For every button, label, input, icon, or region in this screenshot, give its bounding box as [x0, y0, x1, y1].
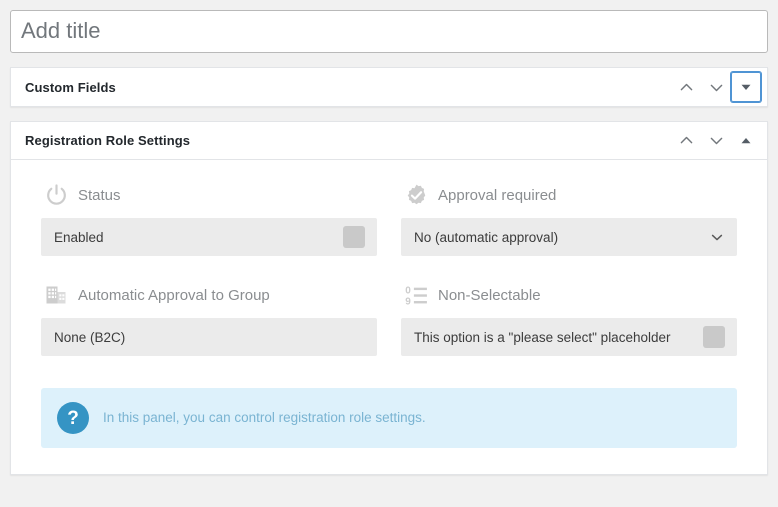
triangle-down-icon	[740, 81, 752, 93]
toggle-panel-button[interactable]	[731, 72, 761, 102]
status-checkbox[interactable]	[343, 226, 365, 248]
info-notice-text: In this panel, you can control registrat…	[103, 409, 426, 427]
approval-required-value: No (automatic approval)	[414, 230, 709, 245]
move-down-button[interactable]	[701, 126, 731, 156]
metabox-custom-fields-title: Custom Fields	[25, 80, 671, 95]
metabox-custom-fields: Custom Fields	[10, 67, 768, 107]
toggle-panel-button[interactable]	[731, 126, 761, 156]
move-up-button[interactable]	[671, 72, 701, 102]
metabox-registration-role-settings: Registration Role Settings	[10, 121, 768, 475]
post-title-input[interactable]	[10, 10, 768, 53]
building-icon	[43, 282, 69, 308]
approval-required-select[interactable]: No (automatic approval)	[401, 218, 737, 256]
question-mark-icon: ?	[57, 402, 89, 434]
chevron-up-icon	[678, 132, 695, 149]
field-status: Status Enabled	[29, 182, 389, 256]
numbered-list-icon: 0 9	[403, 282, 429, 308]
field-non-selectable: 0 9 Non-Selectable	[389, 282, 749, 356]
metabox-registration-role-settings-header[interactable]: Registration Role Settings	[11, 122, 767, 160]
automatic-approval-to-group-value: None (B2C)	[54, 330, 365, 345]
info-notice: ? In this panel, you can control registr…	[41, 388, 737, 448]
field-approval-required-label: Approval required	[403, 182, 737, 208]
field-approval-required-label-text: Approval required	[438, 187, 556, 204]
power-icon	[43, 182, 69, 208]
move-down-button[interactable]	[701, 72, 731, 102]
triangle-up-icon	[740, 135, 752, 147]
automatic-approval-to-group-control[interactable]: None (B2C)	[41, 318, 377, 356]
field-non-selectable-label-text: Non-Selectable	[438, 287, 541, 304]
non-selectable-checkbox[interactable]	[703, 326, 725, 348]
metabox-registration-controls	[671, 126, 761, 156]
field-approval-required: Approval required No (automatic approval…	[389, 182, 749, 256]
non-selectable-control[interactable]: This option is a "please select" placeho…	[401, 318, 737, 356]
status-value: Enabled	[54, 230, 343, 245]
settings-field-grid: Status Enabled	[29, 182, 749, 382]
status-control[interactable]: Enabled	[41, 218, 377, 256]
verified-badge-icon	[403, 182, 429, 208]
chevron-up-icon	[678, 79, 695, 96]
metabox-registration-body: Status Enabled	[11, 160, 767, 474]
chevron-down-icon	[709, 229, 725, 245]
editor-page: Custom Fields	[0, 0, 778, 507]
chevron-down-icon	[708, 79, 725, 96]
svg-text:0: 0	[405, 285, 411, 296]
field-automatic-approval-label-text: Automatic Approval to Group	[78, 287, 270, 304]
non-selectable-value: This option is a "please select" placeho…	[414, 330, 703, 345]
field-automatic-approval-label: Automatic Approval to Group	[43, 282, 377, 308]
chevron-down-icon	[708, 132, 725, 149]
move-up-button[interactable]	[671, 126, 701, 156]
field-status-label: Status	[43, 182, 377, 208]
metabox-custom-fields-controls	[671, 72, 761, 102]
field-non-selectable-label: 0 9 Non-Selectable	[403, 282, 737, 308]
field-automatic-approval-to-group: Automatic Approval to Group None (B2C)	[29, 282, 389, 356]
field-status-label-text: Status	[78, 187, 121, 204]
svg-text:9: 9	[405, 296, 411, 307]
metabox-custom-fields-header[interactable]: Custom Fields	[11, 68, 767, 106]
metabox-registration-role-settings-title: Registration Role Settings	[25, 133, 671, 148]
